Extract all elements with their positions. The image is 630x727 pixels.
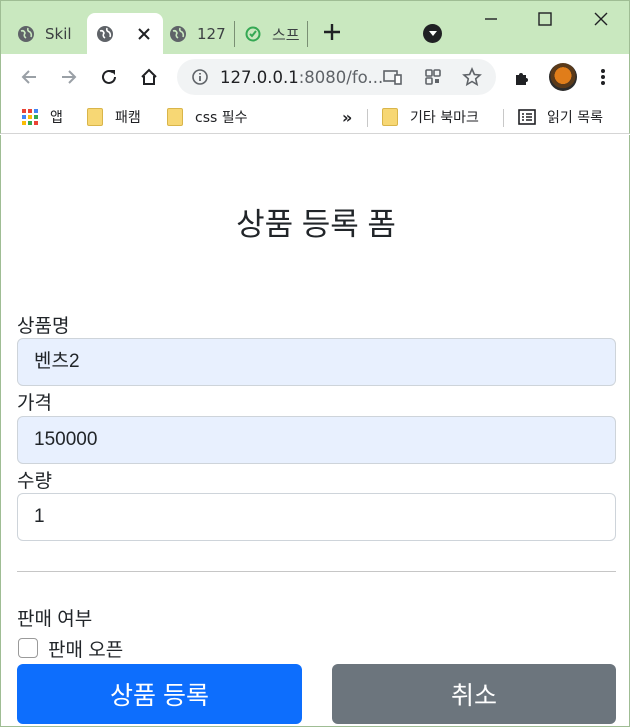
back-icon[interactable] [18, 66, 40, 88]
product-name-input[interactable]: 벤츠2 [17, 338, 616, 386]
bookmark-label: css 필수 [195, 110, 248, 126]
tab-localhost[interactable]: 127 [169, 13, 233, 55]
bookmark-label: 패캠 [115, 110, 141, 126]
globe-icon [17, 25, 35, 43]
tab-label: Skil [45, 25, 72, 43]
bookmarks-overflow[interactable]: » [342, 106, 352, 128]
bookmark-apps[interactable]: 앱 [22, 106, 63, 128]
bookmark-separator [503, 109, 504, 127]
qr-code-icon[interactable] [423, 67, 443, 87]
sale-status-label: 판매 여부 [17, 609, 93, 630]
bookmark-separator [367, 109, 368, 127]
bookmark-css[interactable]: css 필수 [167, 106, 248, 128]
minimize-icon[interactable] [481, 9, 501, 29]
close-tab-icon[interactable] [137, 25, 151, 46]
address-path: :8080/fo... [298, 68, 384, 87]
bookmark-other[interactable]: 기타 북마크 [382, 106, 479, 128]
spring-icon [244, 25, 262, 43]
extensions-icon[interactable] [512, 66, 534, 88]
quantity-label: 수량 [17, 471, 52, 492]
tab-skill[interactable]: Skil [17, 13, 79, 55]
close-window-icon[interactable] [591, 9, 611, 29]
reload-icon[interactable] [98, 66, 120, 88]
folder-icon [167, 108, 183, 126]
home-icon[interactable] [138, 66, 160, 88]
submit-button[interactable]: 상품 등록 [17, 664, 302, 724]
tab-label: 127 [197, 25, 226, 43]
star-icon[interactable] [462, 67, 482, 87]
bookmark-label: 앱 [50, 110, 63, 126]
price-input[interactable]: 150000 [17, 416, 616, 464]
tab-separator [307, 21, 308, 47]
reading-list-icon [518, 109, 536, 125]
profile-avatar[interactable] [549, 63, 577, 91]
address-text[interactable]: 127.0.0.1:8080/fo... [220, 68, 383, 87]
maximize-icon[interactable] [535, 9, 555, 29]
bookmark-label: 읽기 목록 [547, 110, 603, 126]
price-label: 가격 [17, 393, 52, 414]
browser-toolbar: 127.0.0.1:8080/fo... [0, 54, 630, 100]
quantity-input[interactable]: 1 [17, 493, 616, 541]
reading-list[interactable]: 읽기 목록 [518, 106, 603, 128]
tab-active[interactable] [87, 13, 163, 55]
product-name-label: 상품명 [17, 316, 70, 337]
cast-icon[interactable] [383, 67, 403, 87]
info-icon[interactable] [190, 67, 210, 87]
bookmark-label: 기타 북마크 [410, 110, 479, 126]
browser-titlebar: Skil 127 스프 [0, 0, 630, 55]
divider [17, 571, 616, 572]
bookmark-fastcampus[interactable]: 패캠 [87, 106, 141, 128]
menu-icon[interactable] [592, 66, 614, 88]
tab-label: 스프 [272, 25, 300, 44]
open-sale-checkbox[interactable] [18, 638, 38, 658]
new-tab-icon[interactable] [323, 21, 341, 45]
cancel-button[interactable]: 취소 [332, 664, 616, 724]
address-host: 127.0.0.1 [220, 68, 299, 87]
folder-icon [87, 108, 103, 126]
bookmarks-bar: 앱 패캠 css 필수 » 기타 북마크 읽기 목록 [0, 100, 630, 134]
folder-icon [382, 108, 398, 126]
page-content: 상품 등록 폼 상품명 벤츠2 가격 150000 수량 1 판매 여부 판매 … [0, 135, 630, 727]
tab-search-icon[interactable] [423, 24, 442, 43]
address-bar[interactable]: 127.0.0.1:8080/fo... [177, 59, 496, 95]
apps-grid-icon [22, 109, 38, 125]
open-sale-label[interactable]: 판매 오픈 [48, 635, 123, 662]
forward-icon[interactable] [58, 66, 80, 88]
tab-spring[interactable]: 스프 [244, 13, 308, 55]
globe-icon [96, 25, 114, 43]
page-title: 상품 등록 폼 [236, 207, 396, 242]
tab-separator [234, 21, 235, 47]
globe-icon [169, 25, 187, 43]
